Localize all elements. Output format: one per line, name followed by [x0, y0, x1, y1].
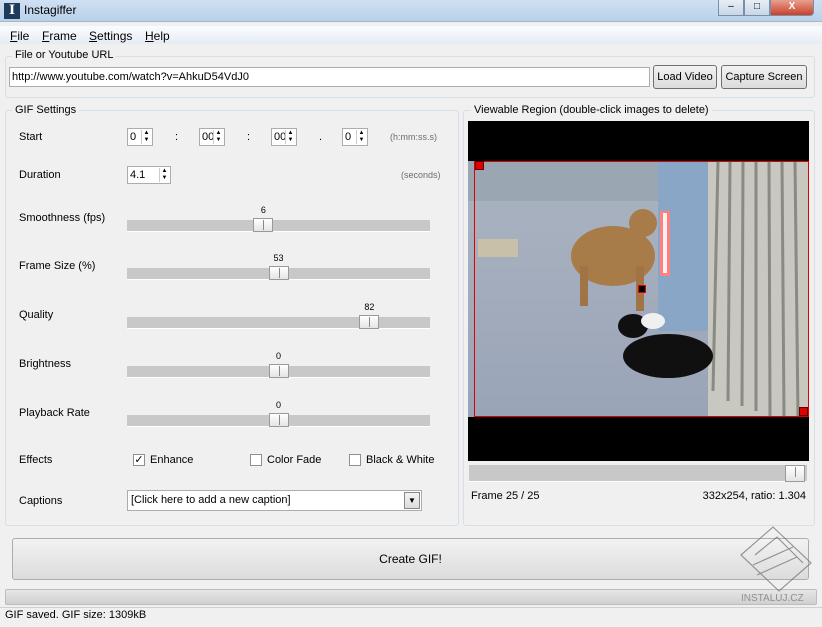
start-hours-spinner[interactable]: 0 ▲ ▼ [127, 128, 153, 146]
black-white-label: Black & White [366, 454, 435, 466]
load-video-button[interactable]: Load Video [653, 65, 717, 89]
frame-size-value: 53 [273, 253, 284, 263]
status-text: GIF saved. GIF size: 1309kB [5, 609, 147, 621]
duration-spinner[interactable]: 4.1 ▲ ▼ [127, 166, 171, 184]
duration-label: Duration [19, 169, 61, 181]
video-preview[interactable] [468, 121, 809, 461]
start-minutes-spinner[interactable]: 00 ▲ ▼ [199, 128, 225, 146]
enhance-checkbox[interactable]: ✓ [133, 454, 145, 466]
close-button[interactable]: X [770, 0, 814, 16]
separator: : [247, 131, 251, 143]
resize-handle-top-left[interactable] [475, 161, 484, 170]
quality-slider-thumb[interactable] [359, 315, 380, 329]
effects-label: Effects [19, 454, 53, 466]
separator: : [175, 131, 179, 143]
spin-arrows-icon[interactable]: ▲ ▼ [285, 130, 295, 144]
create-gif-button[interactable]: Create GIF! [12, 538, 809, 580]
start-seconds-spinner[interactable]: 00 ▲ ▼ [271, 128, 297, 146]
playback-rate-slider[interactable] [127, 413, 430, 427]
move-handle-center[interactable] [638, 285, 646, 293]
gif-settings-label: GIF Settings [12, 104, 80, 116]
frame-scrubber-thumb[interactable] [785, 465, 805, 482]
watermark-text: INSTALUJ.CZ [741, 593, 804, 604]
smoothness-value: 6 [260, 205, 266, 215]
duration-value: 4.1 [130, 169, 146, 181]
menu-settings[interactable]: Settings [89, 29, 132, 43]
quality-label: Quality [19, 309, 54, 321]
viewer-label: Viewable Region (double-click images to … [471, 104, 712, 116]
duration-hint: (seconds) [401, 170, 441, 180]
separator: . [319, 131, 323, 143]
capture-screen-button[interactable]: Capture Screen [721, 65, 807, 89]
maximize-button[interactable]: □ [744, 0, 770, 16]
brightness-slider-thumb[interactable] [268, 364, 289, 378]
start-tenths-spinner[interactable]: 0 ▲ ▼ [342, 128, 368, 146]
captions-label: Captions [19, 495, 63, 507]
spin-arrows-icon[interactable]: ▲ ▼ [356, 130, 366, 144]
color-fade-label: Color Fade [267, 454, 322, 466]
smoothness-slider[interactable] [127, 218, 430, 232]
captions-dropdown[interactable]: [Click here to add a new caption] ▼ [127, 490, 422, 511]
spin-arrows-icon[interactable]: ▲ ▼ [213, 130, 223, 144]
quality-slider[interactable] [127, 315, 430, 329]
app-icon: I [4, 3, 20, 19]
quality-value: 82 [364, 302, 375, 312]
start-label: Start [19, 131, 43, 143]
brightness-value: 0 [275, 351, 281, 361]
url-input[interactable] [9, 67, 650, 87]
start-hint: (h:mm:ss.s) [390, 132, 437, 142]
enhance-label: Enhance [150, 454, 194, 466]
title-bar [0, 0, 822, 22]
frame-size-slider[interactable] [127, 266, 430, 280]
black-white-checkbox[interactable] [349, 454, 361, 466]
resize-handle-bottom-right[interactable] [799, 407, 808, 416]
window-title: Instagiffer [24, 3, 77, 17]
url-group-label: File or Youtube URL [12, 49, 117, 61]
smoothness-label: Smoothness (fps) [19, 212, 106, 224]
menu-help[interactable]: Help [145, 29, 170, 43]
minimize-button[interactable]: – [718, 0, 744, 16]
start-hours-value: 0 [130, 131, 137, 143]
frame-size-label: Frame Size (%) [19, 260, 96, 272]
color-fade-checkbox[interactable] [250, 454, 262, 466]
playback-rate-label: Playback Rate [19, 407, 90, 419]
playback-rate-slider-thumb[interactable] [268, 413, 289, 427]
frame-scrubber[interactable] [469, 465, 807, 482]
smoothness-slider-thumb[interactable] [253, 218, 274, 232]
watermark-logo: INSTALUJ.CZ [733, 525, 817, 610]
frame-counter: Frame 25 / 25 [471, 490, 540, 502]
brightness-slider[interactable] [127, 364, 430, 378]
frame-dimensions: 332x254, ratio: 1.304 [702, 490, 806, 502]
playback-rate-value: 0 [275, 400, 281, 410]
captions-value: [Click here to add a new caption] [131, 494, 291, 506]
spin-arrows-icon[interactable]: ▲ ▼ [141, 130, 151, 144]
progress-bar [5, 589, 817, 605]
spin-arrows-icon[interactable]: ▲ ▼ [159, 168, 169, 182]
menu-frame[interactable]: Frame [42, 29, 77, 43]
start-tenths-value: 0 [345, 131, 352, 143]
frame-size-slider-thumb[interactable] [268, 266, 289, 280]
brightness-label: Brightness [19, 358, 71, 370]
chevron-down-icon[interactable]: ▼ [404, 492, 420, 509]
menu-file[interactable]: File [10, 29, 29, 43]
